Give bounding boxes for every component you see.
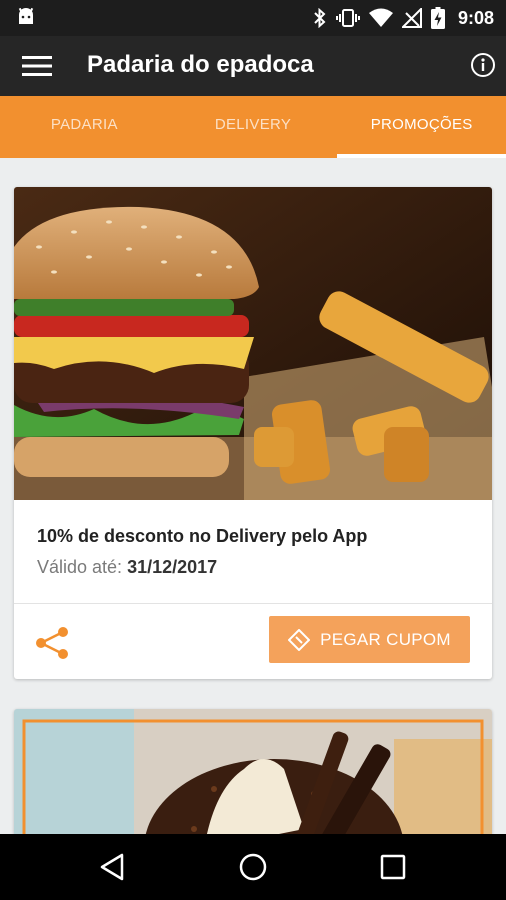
home-icon[interactable] bbox=[236, 850, 270, 884]
promotion-card-partial bbox=[14, 709, 492, 834]
tab-padaria[interactable]: PADARIA bbox=[0, 96, 169, 158]
ticket-icon bbox=[288, 628, 311, 651]
promotion-title: 10% de desconto no Delivery pelo App bbox=[37, 526, 368, 546]
bluetooth-icon bbox=[314, 8, 326, 28]
tab-promocoes[interactable]: PROMOÇÕES bbox=[337, 96, 506, 158]
wifi-icon bbox=[368, 8, 393, 27]
validity-date: 31/12/2017 bbox=[127, 557, 218, 577]
no-signal-icon bbox=[401, 8, 422, 28]
tab-bar: PADARIA DELIVERY PROMOÇÕES bbox=[0, 96, 506, 158]
menu-icon[interactable] bbox=[22, 52, 52, 80]
status-bar: 9:08 bbox=[0, 0, 506, 36]
status-time: 9:08 bbox=[457, 7, 494, 28]
page-title: Padaria do epadoca bbox=[87, 51, 314, 78]
card-divider bbox=[14, 603, 492, 604]
info-icon[interactable] bbox=[470, 52, 496, 78]
promotion-validity: Válido até: 31/12/2017 bbox=[37, 557, 217, 578]
validity-label: Válido até: bbox=[37, 557, 123, 577]
android-notification-icon bbox=[18, 7, 34, 24]
burger-fries-image bbox=[14, 187, 492, 500]
battery-charging-icon bbox=[430, 7, 445, 29]
recents-icon[interactable] bbox=[376, 850, 410, 884]
get-coupon-button[interactable]: PEGAR CUPOM bbox=[269, 616, 470, 663]
vibrate-icon bbox=[335, 9, 360, 27]
back-icon[interactable] bbox=[96, 850, 130, 884]
get-coupon-label: PEGAR CUPOM bbox=[320, 629, 451, 649]
promotion-card: 10% de desconto no Delivery pelo App Vál… bbox=[14, 187, 492, 679]
promotions-list[interactable]: 10% de desconto no Delivery pelo App Vál… bbox=[0, 158, 506, 834]
tab-delivery[interactable]: DELIVERY bbox=[169, 96, 338, 158]
share-icon[interactable] bbox=[34, 624, 72, 662]
chocolate-dessert-image bbox=[14, 709, 492, 834]
app-toolbar: Padaria do epadoca bbox=[0, 36, 506, 96]
system-nav-bar bbox=[0, 834, 506, 900]
